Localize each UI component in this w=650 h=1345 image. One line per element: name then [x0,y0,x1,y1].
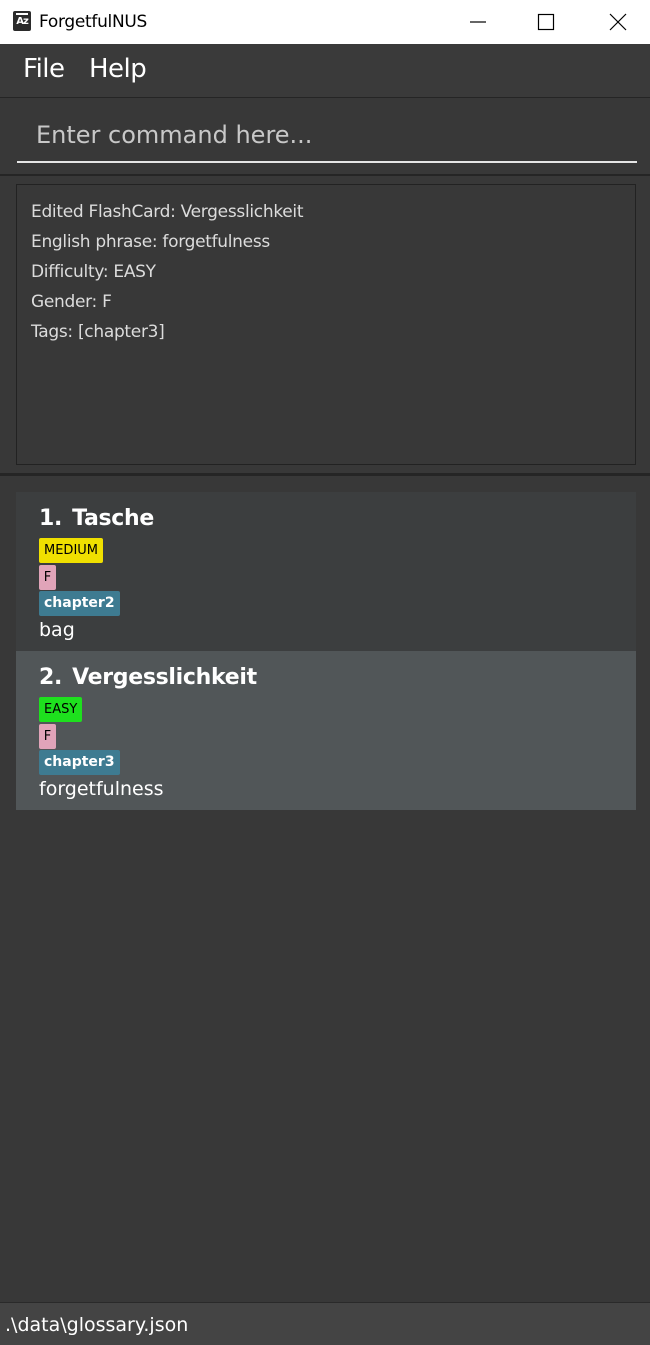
window-title: ForgetfulNUS [39,12,148,32]
flashcard-title: 1. Tasche [39,506,154,531]
difficulty-badge: MEDIUM [39,538,104,563]
close-icon [609,13,627,31]
flashcard-item-selected[interactable]: 2. Vergesslichkeit EASY F chapter3 forget… [16,651,636,810]
tag-badge: chapter2 [39,591,120,616]
close-button[interactable] [588,0,648,44]
result-line: Tags: [chapter3] [31,322,165,342]
menu-file[interactable]: File [23,54,65,84]
divider [0,174,650,176]
flashcard-english: forgetfulness [39,778,164,800]
flashcard-index: 2. [39,665,63,690]
menu-bar: File Help [0,44,650,97]
result-line: Edited FlashCard: Vergesslichkeit [31,202,304,222]
app-icon: Az [13,11,31,31]
minimize-button[interactable] [448,0,508,44]
title-bar[interactable]: Az ForgetfulNUS [0,0,650,44]
flashcard-index: 1. [39,506,63,531]
flashcard-list[interactable]: 1. Tasche MEDIUM F chapter2 bag 2. Vergess… [0,476,650,1300]
command-input[interactable] [17,108,637,163]
gender-badge: F [39,565,56,590]
flashcard-english: bag [39,619,75,641]
result-display[interactable]: Edited FlashCard: Vergesslichkeit Englis… [16,184,636,465]
status-bar: .\data\glossary.json [0,1302,650,1345]
difficulty-badge: EASY [39,697,83,722]
tag-badge: chapter3 [39,750,120,775]
maximize-icon [537,13,555,31]
flashcard-german: Tasche [72,506,155,531]
result-line: English phrase: forgetfulness [31,232,270,252]
command-box [0,98,650,174]
result-line: Gender: F [31,292,112,312]
maximize-button[interactable] [516,0,576,44]
flashcard-item[interactable]: 1. Tasche MEDIUM F chapter2 bag [16,492,636,651]
flashcard-title: 2. Vergesslichkeit [39,665,257,690]
flashcard-german: Vergesslichkeit [72,665,257,690]
minimize-icon [470,21,486,23]
gender-badge: F [39,724,56,749]
result-line: Difficulty: EASY [31,262,156,282]
data-file-path: .\data\glossary.json [5,1314,189,1336]
menu-help[interactable]: Help [89,54,147,84]
